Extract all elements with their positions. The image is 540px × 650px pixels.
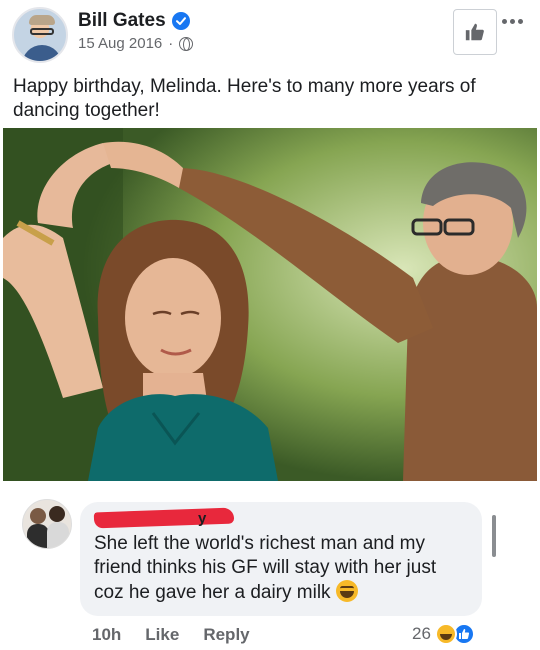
comment-options-handle[interactable] (492, 515, 496, 557)
like-comment-button[interactable]: Like (145, 625, 179, 645)
like-page-button[interactable] (453, 9, 497, 55)
meta-separator: · (168, 35, 174, 52)
thumbs-up-icon (465, 23, 484, 41)
commenter-name-tail: y (198, 510, 207, 527)
globe-icon (179, 36, 194, 51)
commenter-name[interactable]: D y (93, 507, 235, 529)
verified-badge-icon (171, 12, 190, 30)
commenter-avatar[interactable] (22, 499, 72, 549)
name-redaction-mark (93, 507, 235, 529)
comment-actions: 10h Like Reply (92, 625, 250, 645)
post-header: Bill Gates 15 Aug 2016 · (10, 7, 530, 67)
post-text: Happy birthday, Melinda. Here's to many … (13, 76, 476, 121)
haha-reaction-icon (434, 623, 457, 645)
comment-reactions[interactable]: 26 (412, 623, 475, 645)
more-icon[interactable] (502, 19, 524, 27)
author-name[interactable]: Bill Gates (78, 10, 166, 32)
comment-text: She left the world's richest man and my … (94, 533, 437, 603)
comment-time[interactable]: 10h (92, 625, 121, 645)
comment-text-block: She left the world's richest man and my … (94, 532, 468, 605)
post-photo[interactable] (3, 128, 537, 481)
author-avatar[interactable] (12, 7, 68, 63)
comment: D y She left the world's richest man and… (0, 495, 540, 650)
author-row: Bill Gates (78, 10, 190, 32)
post-date[interactable]: 15 Aug 2016 (78, 35, 162, 52)
reaction-count: 26 (412, 624, 431, 643)
comment-bubble[interactable]: D y She left the world's richest man and… (80, 502, 482, 616)
photo-couple-dancing (3, 128, 537, 481)
post-meta: 15 Aug 2016 · (78, 35, 194, 52)
laughing-emoji-icon (335, 580, 358, 602)
reply-comment-button[interactable]: Reply (203, 625, 249, 645)
